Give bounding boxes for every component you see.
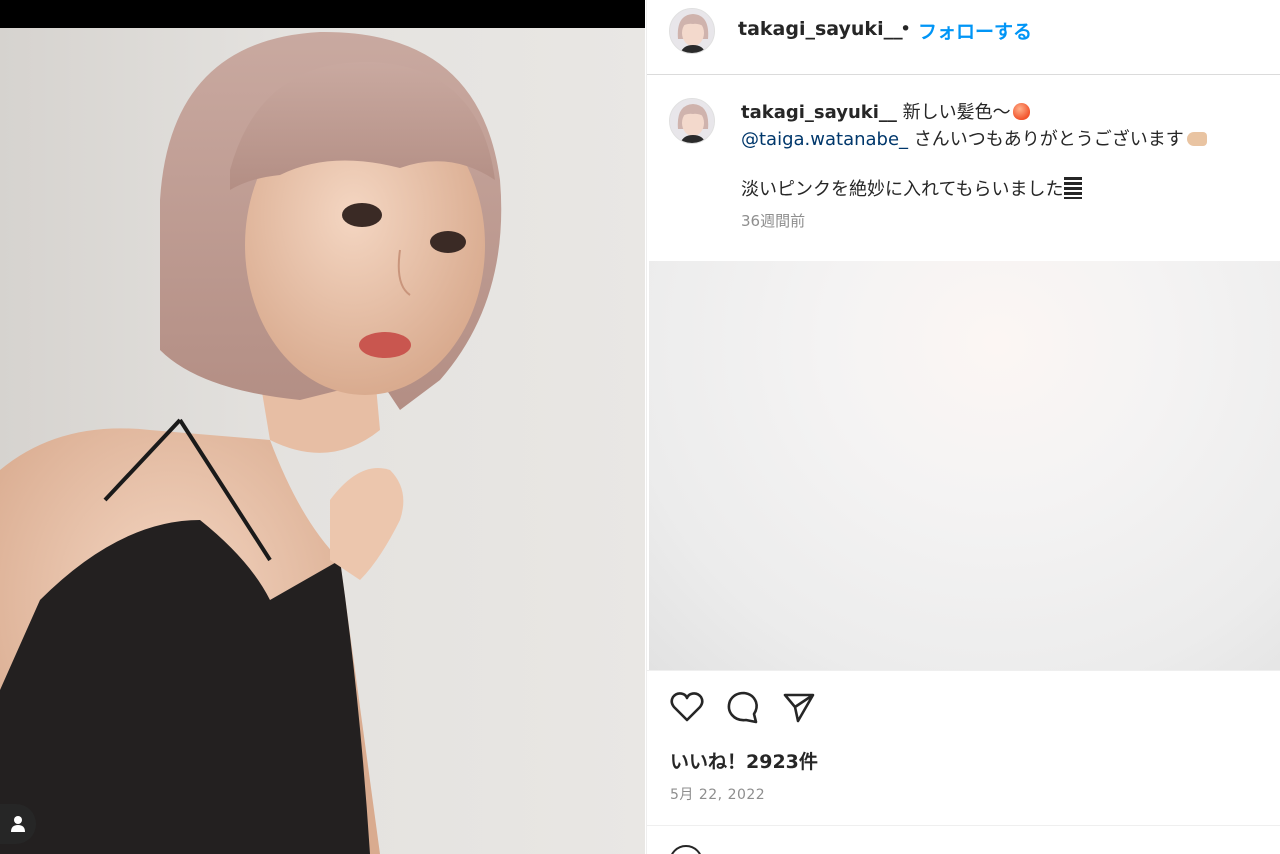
avatar[interactable]	[669, 8, 715, 54]
follow-button[interactable]: フォローする	[918, 17, 1032, 44]
photo-top-bar	[0, 0, 645, 28]
caption-line-3: 淡いピンクを絶妙に入れてもらいました	[741, 175, 1082, 201]
like-count[interactable]: いいね！2923件	[670, 747, 818, 774]
caption-text-3: 淡いピンクを絶妙に入れてもらいました	[741, 179, 1064, 200]
post-photo[interactable]	[0, 0, 645, 854]
emoji-picker-icon[interactable]	[669, 845, 703, 854]
post-date: 5月 22, 2022	[670, 787, 766, 803]
bars-emoji-icon	[1063, 177, 1082, 199]
header-separator: •	[900, 18, 912, 40]
avatar-image	[670, 9, 714, 53]
caption-text: 新しい髪色〜	[896, 102, 1011, 123]
instagram-post-view: takagi_sayuki__ • フォローする takagi_sayuki__…	[0, 0, 1280, 854]
mention-link[interactable]: @taiga.watanabe_	[741, 129, 908, 150]
comment-button[interactable]	[725, 689, 761, 725]
share-button[interactable]	[781, 689, 817, 725]
caption-line-1: takagi_sayuki__ 新しい髪色〜	[741, 98, 1030, 124]
post-header: takagi_sayuki__ • フォローする	[647, 0, 1280, 75]
hand-emoji-icon	[1186, 132, 1207, 146]
portrait-illustration	[0, 31, 502, 854]
like-button[interactable]	[669, 689, 705, 725]
heart-icon	[670, 692, 704, 722]
comments-area	[649, 261, 1280, 670]
post-caption: takagi_sayuki__ 新しい髪色〜 @taiga.watanabe_ …	[647, 76, 1280, 261]
avatar-image	[670, 99, 714, 143]
peach-emoji-icon	[1012, 103, 1030, 120]
post-actions: いいね！2923件 5月 22, 2022	[647, 670, 1280, 826]
post-side-panel: takagi_sayuki__ • フォローする takagi_sayuki__…	[646, 0, 1280, 854]
header-username[interactable]: takagi_sayuki__	[738, 18, 903, 40]
caption-avatar[interactable]	[669, 98, 715, 144]
user-icon	[11, 816, 25, 832]
caption-username[interactable]: takagi_sayuki__	[741, 102, 897, 123]
caption-timestamp[interactable]: 36週間前	[741, 210, 805, 231]
caption-line-2: @taiga.watanabe_ さんいつもありがとうございます	[741, 125, 1207, 151]
divider	[647, 825, 1280, 826]
comment-icon	[727, 691, 758, 724]
caption-text-2: さんいつもありがとうございます	[908, 129, 1184, 150]
paper-plane-icon	[783, 693, 815, 723]
